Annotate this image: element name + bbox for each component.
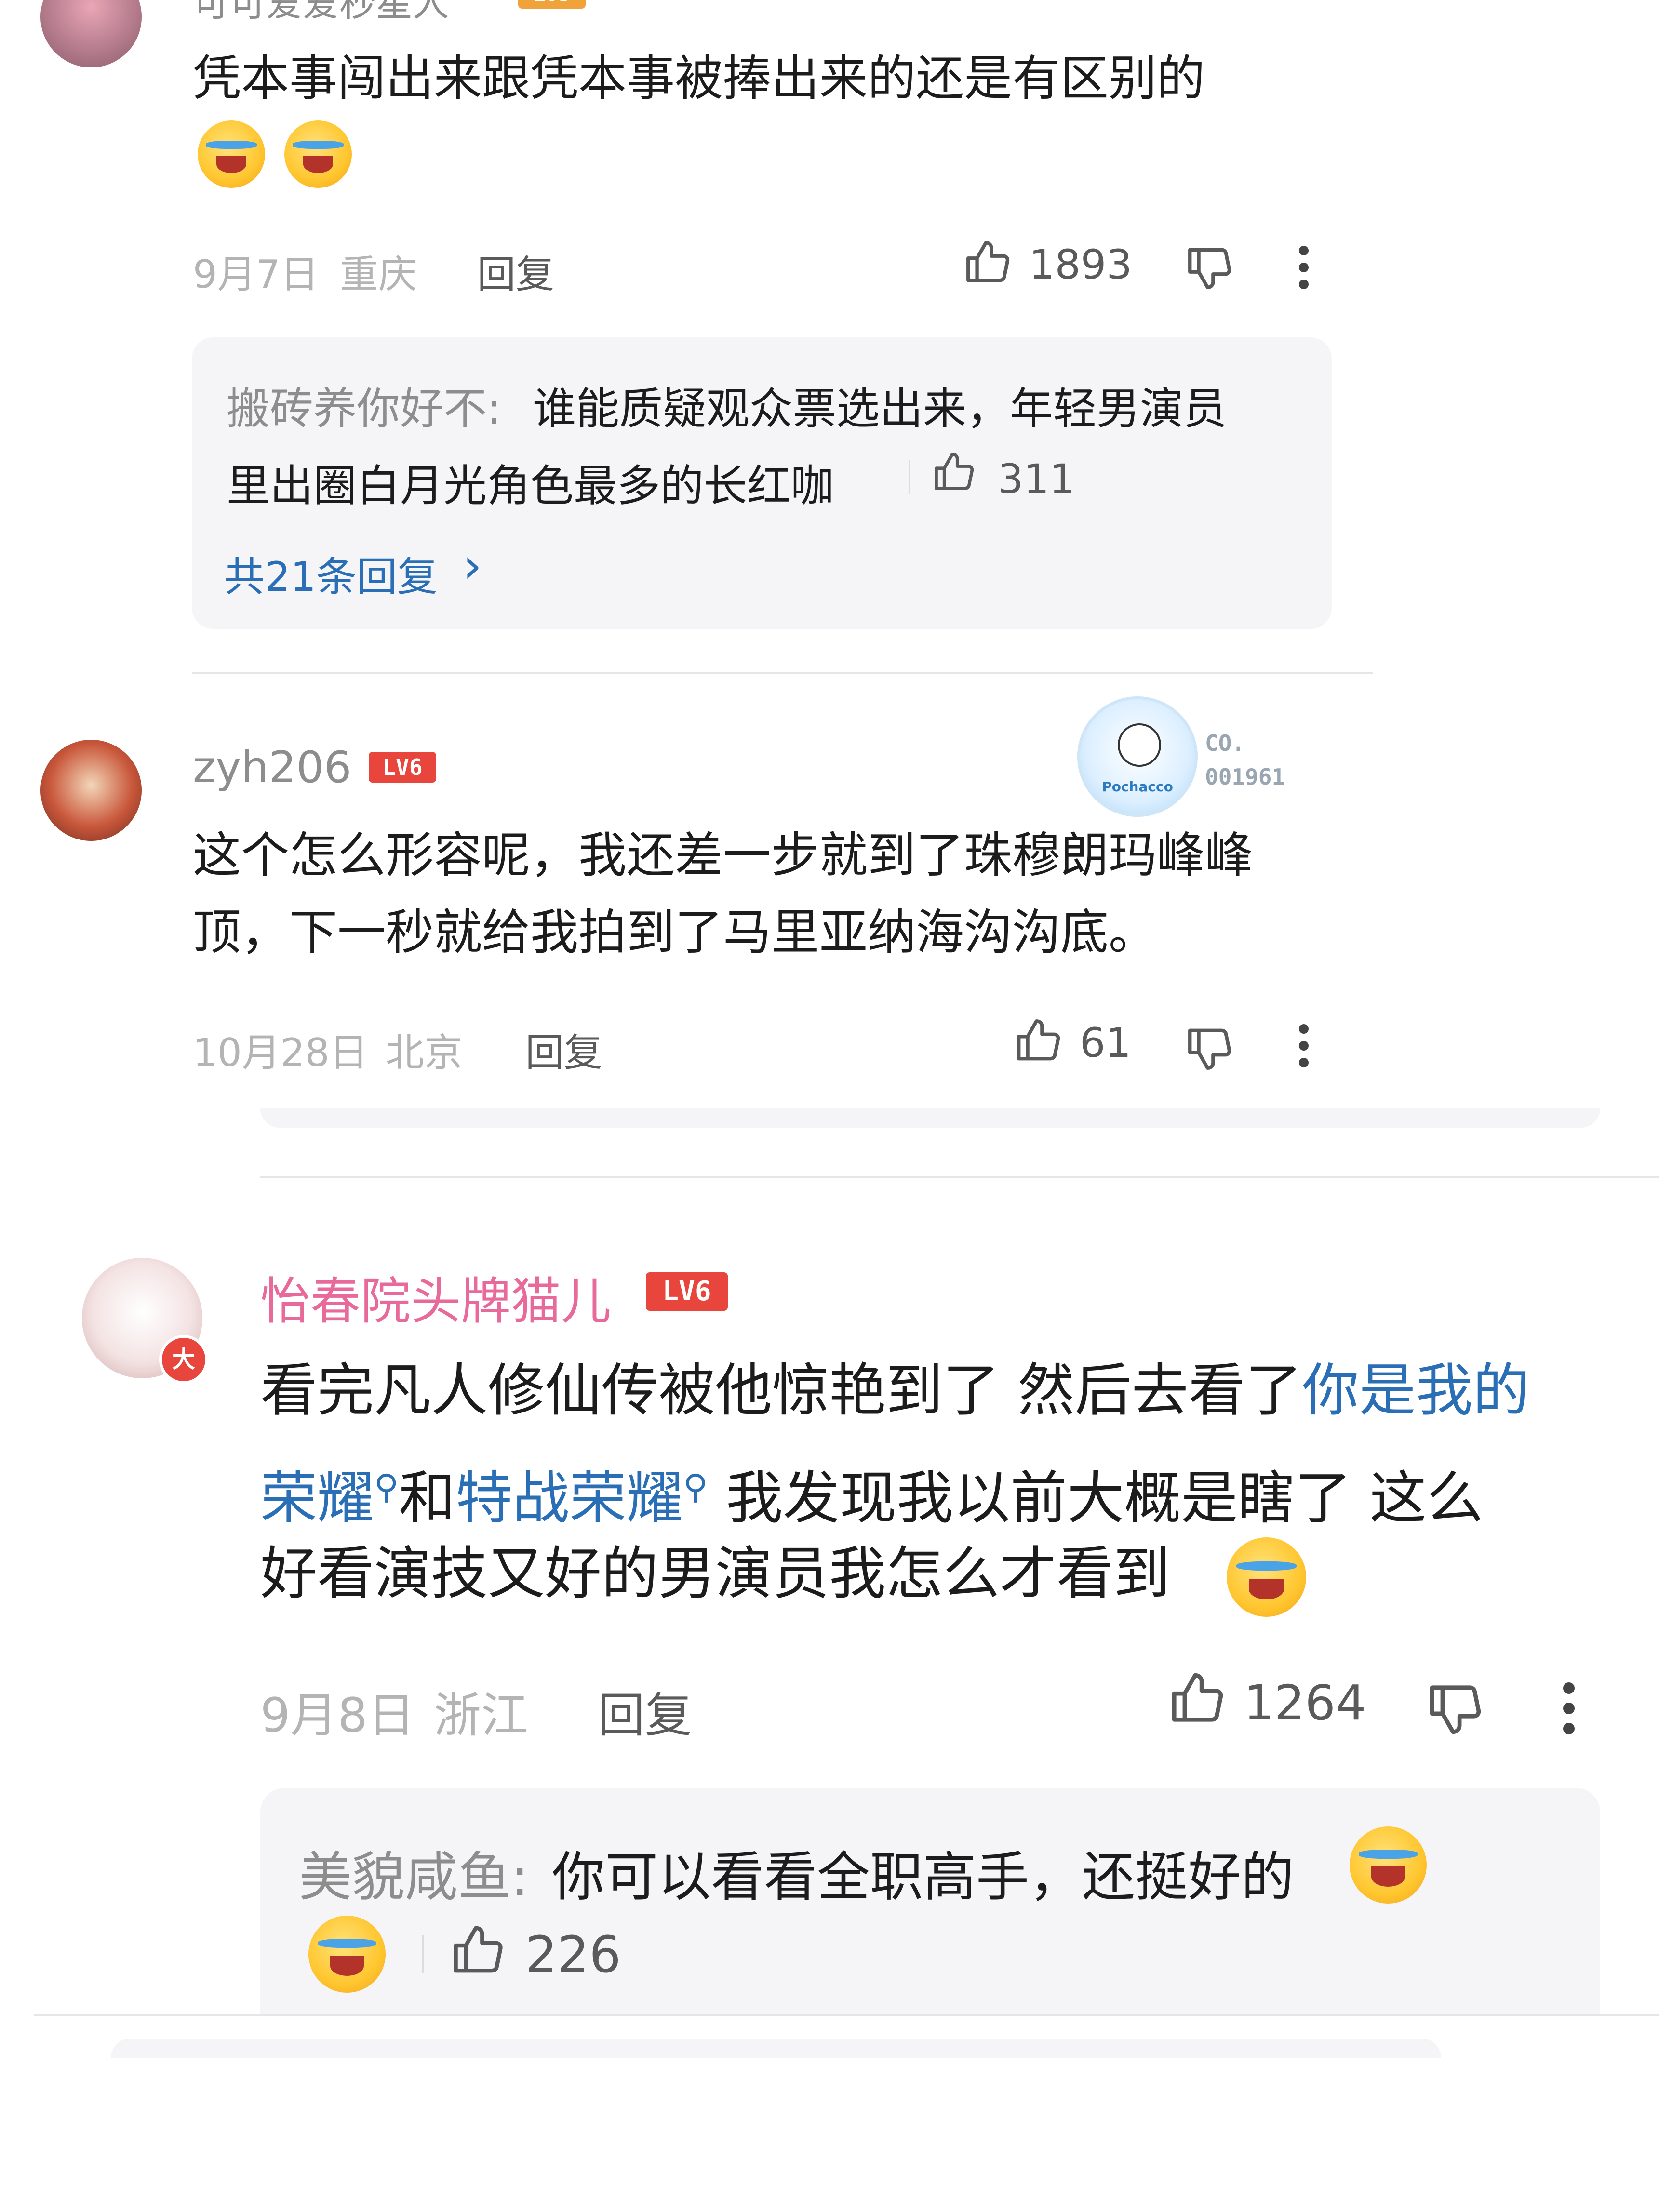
like-count: 61 [1080,1019,1131,1066]
laugh-cry-emoji [1350,1826,1427,1904]
fan-badge-number: 001961 [1205,764,1285,790]
username[interactable]: 怡春院头牌猫儿 [260,1260,611,1333]
laugh-cry-emoji [308,1916,386,1993]
thumbs-down-icon[interactable] [1424,1677,1487,1740]
thumbs-down-icon[interactable] [1183,1022,1236,1075]
laugh-cry-emoji [284,120,352,188]
more-vertical-icon[interactable] [1557,1679,1581,1737]
separator [422,1935,424,1973]
avatar[interactable] [40,0,142,67]
like-count: 311 [998,455,1075,503]
comment-location: 重庆 [340,252,417,297]
comment-text: 这个怎么形容呢，我还差一步就到了珠穆朗玛峰峰 [193,827,1253,883]
comment-date: 10月28日 [193,1030,368,1075]
sub-reply-text: 里出圈白月光角色最多的长红咖 [227,461,834,511]
reply-button[interactable]: 回复 [525,1022,602,1078]
reply-button[interactable]: 回复 [598,1677,692,1746]
username[interactable]: 可可爱爱秒星人 [193,0,449,27]
comment-date: 9月7日 [193,252,319,297]
laugh-cry-emoji [1227,1537,1306,1617]
thumbs-up-icon[interactable] [1012,1014,1065,1067]
level-badge: LV6 [369,752,436,783]
search-link[interactable]: 你是我的 [1302,1357,1530,1424]
level-badge: LV5 [518,0,586,9]
pochacco-face [1118,723,1161,767]
more-vertical-icon[interactable] [1294,1022,1313,1070]
panel-top-edge [111,2039,1441,2058]
search-link[interactable]: 荣耀 [260,1465,374,1531]
separator [909,460,910,494]
comment-text: 和 [399,1465,456,1532]
avatar[interactable] [40,740,142,841]
laugh-cry-emoji [198,120,265,188]
thumbs-down-icon[interactable] [1183,241,1236,294]
search-icon[interactable]: ⚲ [374,1467,399,1506]
chevron-right-icon[interactable]: › [463,537,482,594]
comment-location: 北京 [386,1030,463,1075]
search-link[interactable]: 特战荣耀 [455,1465,683,1531]
comment-text: 我发现我以前大概是瞎了 这么 [708,1465,1484,1532]
level-badge: LV6 [646,1272,728,1311]
fan-badge: Pochacco [1077,696,1198,817]
comment-text-line: 看完凡人修仙传被他惊艳到了 然后去看了你是我的 [260,1352,1530,1429]
username[interactable]: zyh206 [193,742,351,793]
divider [260,1176,1659,1178]
thumbs-up-icon[interactable] [1166,1667,1229,1730]
panel-bottom-edge [260,1108,1600,1128]
fan-badge-name: Pochacco [1102,779,1173,795]
comment-text: 顶，下一秒就给我拍到了马里亚纳海沟沟底。 [193,904,1157,960]
like-count: 1893 [1029,241,1132,288]
avatar-badge: 大 [159,1335,208,1384]
reply-button[interactable]: 回复 [477,243,554,299]
divider [192,672,1373,674]
like-count: 1264 [1244,1675,1366,1731]
comment-location: 浙江 [434,1688,529,1743]
comment-text: 凭本事闯出来跟凭本事被捧出来的还是有区别的 [193,50,1205,107]
view-all-replies-link[interactable]: 共21条回复 [224,545,438,603]
sub-reply-text: 你可以看看全职高手，还挺好的 [552,1846,1294,1908]
comment-date: 9月8日 [260,1688,415,1743]
thumbs-up-icon[interactable] [930,448,978,496]
comment-text: 看完凡人修仙传被他惊艳到了 然后去看了 [260,1357,1302,1424]
fan-badge-label: CO. [1205,730,1245,756]
thumbs-up-icon[interactable] [962,236,1015,289]
sub-reply-text: 谁能质疑观众票选出来，年轻男演员 [533,384,1227,434]
like-count: 226 [525,1925,621,1984]
sub-reply-author[interactable]: 美貌咸鱼: [299,1834,529,1911]
divider [34,2014,1659,2016]
comment-text: 好看演技又好的男演员我怎么才看到 [260,1540,1171,1607]
thumbs-up-icon[interactable] [448,1920,508,1981]
more-vertical-icon[interactable] [1294,243,1313,292]
search-icon[interactable]: ⚲ [683,1467,708,1506]
sub-reply-author[interactable]: 搬砖养你好不: [227,373,501,436]
comment-text-line: 荣耀⚲和特战荣耀⚲ 我发现我以前大概是瞎了 这么 [260,1448,1484,1536]
